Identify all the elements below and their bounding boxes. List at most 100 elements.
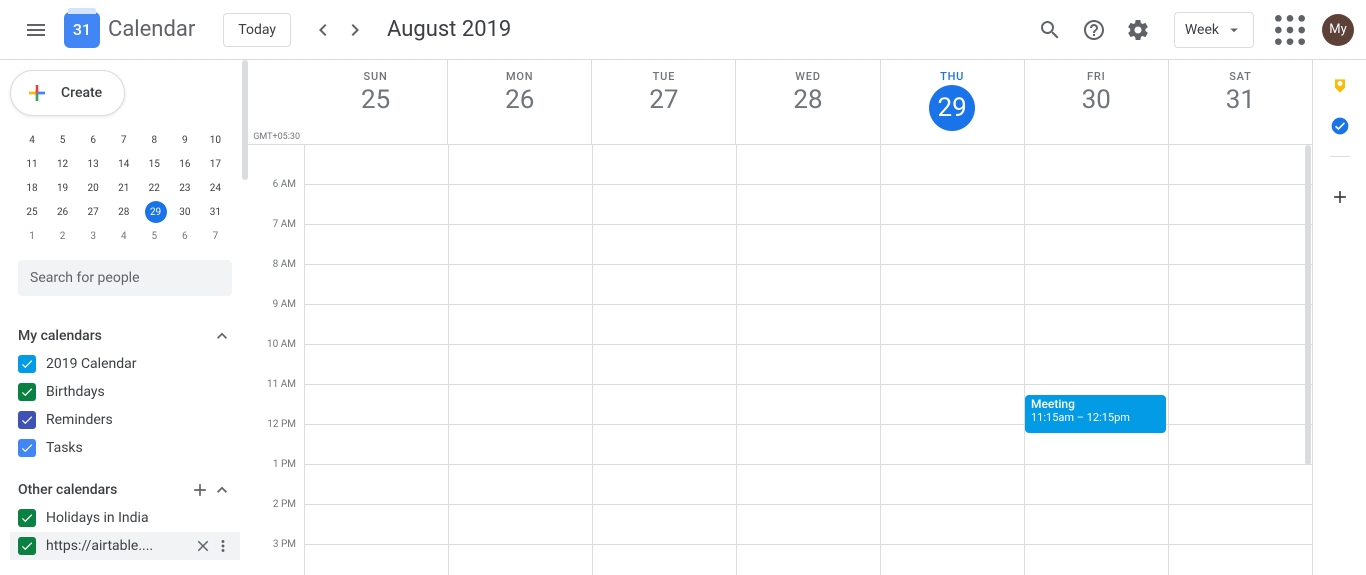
mini-cal-day[interactable]: 5 (140, 224, 168, 248)
settings-button[interactable] (1118, 10, 1158, 50)
today-button[interactable]: Today (223, 13, 291, 47)
plus-icon (1330, 187, 1350, 207)
calendar-checkbox[interactable] (18, 355, 36, 373)
mini-cal-day[interactable]: 28 (110, 200, 138, 224)
mini-cal-day[interactable]: 4 (110, 224, 138, 248)
tasks-icon[interactable] (1330, 116, 1350, 136)
apps-button[interactable] (1270, 10, 1310, 50)
calendar-grid-scroll[interactable]: 6 AM7 AM8 AM9 AM10 AM11 AM12 PM1 PM2 PM3… (248, 145, 1312, 575)
help-button[interactable] (1074, 10, 1114, 50)
search-button[interactable] (1030, 10, 1070, 50)
mini-cal-day[interactable]: 18 (18, 176, 46, 200)
day-header[interactable]: WED28 (735, 60, 879, 144)
account-avatar[interactable]: My (1322, 14, 1354, 46)
calendar-checkbox[interactable] (18, 537, 36, 555)
day-header[interactable]: MON26 (447, 60, 591, 144)
day-column[interactable] (448, 145, 592, 575)
hour-label (248, 145, 304, 179)
main-menu-button[interactable] (12, 6, 60, 54)
chevron-up-icon[interactable] (212, 480, 232, 500)
mini-cal-day[interactable]: 25 (18, 200, 46, 224)
day-name: THU (881, 70, 1024, 83)
day-column[interactable] (1168, 145, 1312, 575)
mini-cal-day[interactable]: 14 (110, 152, 138, 176)
calendar-grid: 6 AM7 AM8 AM9 AM10 AM11 AM12 PM1 PM2 PM3… (248, 145, 1312, 575)
mini-cal-day[interactable]: 6 (79, 128, 107, 152)
chevron-up-icon (212, 326, 232, 346)
close-icon[interactable] (194, 537, 212, 555)
mini-cal-day[interactable]: 7 (201, 224, 229, 248)
search-people-input[interactable] (18, 260, 232, 296)
view-selector[interactable]: Week (1174, 12, 1254, 48)
mini-cal-day[interactable]: 20 (79, 176, 107, 200)
mini-cal-day[interactable]: 27 (79, 200, 107, 224)
keep-icon[interactable] (1330, 76, 1350, 96)
hour-label: 10 AM (248, 339, 304, 379)
mini-cal-day[interactable]: 31 (201, 200, 229, 224)
right-side-panel (1312, 60, 1366, 575)
check-icon (20, 511, 34, 525)
next-period-button[interactable] (339, 14, 371, 46)
day-column[interactable] (592, 145, 736, 575)
event-time: 11:15am – 12:15pm (1031, 411, 1160, 424)
mini-cal-day[interactable]: 10 (201, 128, 229, 152)
mini-cal-day[interactable]: 5 (49, 128, 77, 152)
create-button[interactable]: Create (10, 70, 125, 116)
mini-cal-day[interactable]: 3 (79, 224, 107, 248)
mini-cal-day[interactable]: 19 (49, 176, 77, 200)
mini-cal-day[interactable]: 26 (49, 200, 77, 224)
mini-cal-day[interactable]: 12 (49, 152, 77, 176)
calendar-item: Holidays in India (18, 504, 232, 532)
mini-cal-day[interactable]: 9 (171, 128, 199, 152)
mini-cal-day[interactable]: 4 (18, 128, 46, 152)
day-column[interactable] (304, 145, 448, 575)
day-header[interactable]: SUN25 (304, 60, 447, 144)
mini-cal-day[interactable]: 7 (110, 128, 138, 152)
mini-cal-day[interactable]: 13 (79, 152, 107, 176)
calendar-event[interactable]: Meeting11:15am – 12:15pm (1025, 395, 1166, 433)
calendar-checkbox[interactable] (18, 509, 36, 527)
search-icon (1038, 18, 1062, 42)
calendar-item: Birthdays (18, 378, 232, 406)
calendar-label: Holidays in India (46, 510, 232, 526)
add-addon-button[interactable] (1330, 187, 1350, 207)
apps-grid-icon (1270, 10, 1310, 50)
event-title: Meeting (1031, 397, 1160, 411)
day-column[interactable] (880, 145, 1024, 575)
sidebar: Create 456789101112131415161718192021222… (0, 60, 248, 575)
day-header[interactable]: SAT31 (1168, 60, 1312, 144)
mini-cal-day[interactable]: 6 (171, 224, 199, 248)
mini-cal-day[interactable]: 8 (140, 128, 168, 152)
day-header[interactable]: FRI30 (1024, 60, 1168, 144)
logo[interactable]: 31 Calendar (64, 12, 195, 48)
mini-cal-day[interactable]: 17 (201, 152, 229, 176)
mini-cal-day[interactable]: 29 (145, 201, 167, 223)
mini-cal-day[interactable]: 23 (171, 176, 199, 200)
mini-cal-day[interactable]: 24 (201, 176, 229, 200)
day-number: 30 (1025, 85, 1168, 115)
add-calendar-icon[interactable] (190, 480, 210, 500)
mini-cal-day[interactable]: 30 (171, 200, 199, 224)
header-right: Week My (1030, 10, 1354, 50)
mini-cal-day[interactable]: 2 (49, 224, 77, 248)
mini-cal-day[interactable]: 1 (18, 224, 46, 248)
day-columns: Meeting11:15am – 12:15pm (304, 145, 1312, 575)
mini-cal-day[interactable]: 16 (171, 152, 199, 176)
my-calendars-header[interactable]: My calendars (18, 322, 232, 350)
mini-cal-day[interactable]: 11 (18, 152, 46, 176)
more-vert-icon[interactable] (214, 537, 232, 555)
day-column[interactable] (736, 145, 880, 575)
day-header[interactable]: THU29 (880, 60, 1024, 144)
calendar-checkbox[interactable] (18, 439, 36, 457)
mini-cal-day[interactable]: 15 (140, 152, 168, 176)
calendar-item: 2019 Calendar (18, 350, 232, 378)
mini-cal-day[interactable]: 22 (140, 176, 168, 200)
other-calendars-header[interactable]: Other calendars (18, 476, 232, 504)
calendar-checkbox[interactable] (18, 383, 36, 401)
grid-scrollbar[interactable] (1305, 145, 1311, 465)
mini-cal-day[interactable]: 21 (110, 176, 138, 200)
day-header[interactable]: TUE27 (591, 60, 735, 144)
day-column[interactable]: Meeting11:15am – 12:15pm (1024, 145, 1168, 575)
calendar-checkbox[interactable] (18, 411, 36, 429)
prev-period-button[interactable] (307, 14, 339, 46)
